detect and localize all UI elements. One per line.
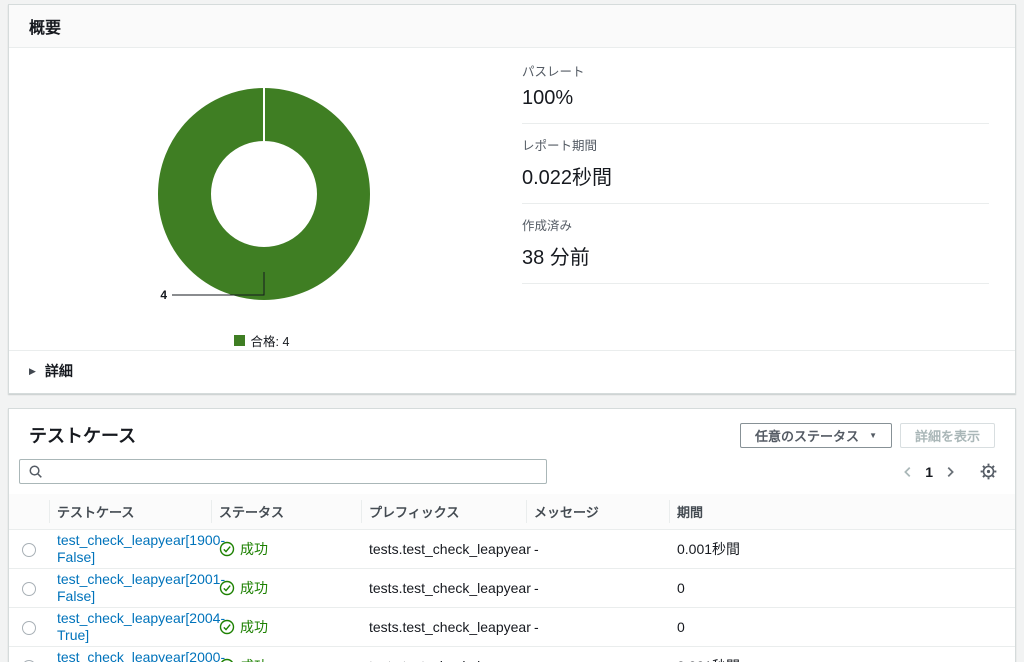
stat-pass-rate: パスレート 100%	[522, 61, 989, 124]
prefix-cell: tests.test_check_leapyear	[361, 647, 526, 662]
status-text: 成功	[240, 617, 268, 637]
overview-body: 4 合格: 4 パスレート 100% レポート期間 0.022秒間 作成済み 3…	[9, 48, 1015, 350]
status-badge: 成功	[219, 617, 268, 637]
status-badge: 成功	[219, 656, 268, 662]
pass-rate-donut-chart: 4	[9, 48, 514, 324]
table-row: test_check_leapyear[2000-True] 成功 tests.te…	[9, 647, 1015, 662]
duration-cell: 0.001秒間	[669, 530, 1015, 569]
legend-swatch-passed	[234, 335, 245, 346]
testcase-link[interactable]: test_check_leapyear[2004-True]	[57, 610, 225, 644]
testcases-toolbar: 1	[9, 457, 1015, 494]
column-header-message: メッセージ	[526, 494, 669, 530]
chart-legend[interactable]: 合格: 4	[9, 331, 514, 350]
column-header-duration: 期間	[669, 494, 1015, 530]
status-filter-label: 任意のステータス	[755, 426, 859, 445]
select-column-header	[9, 494, 49, 530]
status-badge: 成功	[219, 539, 268, 559]
column-header-status: ステータス	[211, 494, 361, 530]
testcase-link[interactable]: test_check_leapyear[2001-False]	[57, 571, 225, 605]
stat-value: 38 分前	[522, 241, 989, 270]
duration-cell: 0.001秒間	[669, 647, 1015, 662]
success-check-icon	[219, 580, 235, 596]
status-filter-dropdown[interactable]: 任意のステータス ▼	[740, 423, 892, 448]
table-row: test_check_leapyear[2001-False] 成功 tests.t…	[9, 569, 1015, 608]
testcase-link[interactable]: test_check_leapyear[1900-False]	[57, 532, 225, 566]
testcase-link[interactable]: test_check_leapyear[2000-True]	[57, 649, 225, 662]
column-header-testcase: テストケース	[49, 494, 211, 530]
pagination: 1	[897, 461, 999, 483]
stat-label: レポート期間	[522, 135, 989, 154]
stat-label: 作成済み	[522, 215, 989, 234]
message-cell: -	[526, 569, 669, 608]
success-check-icon	[219, 658, 235, 662]
testcases-actions: 任意のステータス ▼ 詳細を表示	[740, 423, 995, 448]
search-input[interactable]	[49, 464, 538, 480]
overview-stats: パスレート 100% レポート期間 0.022秒間 作成済み 38 分前	[514, 48, 1015, 350]
table-settings-button[interactable]	[977, 461, 999, 483]
status-badge: 成功	[219, 578, 268, 598]
success-check-icon	[219, 619, 235, 635]
gear-icon	[980, 463, 997, 480]
overview-card: 概要 4 合格: 4 パスレート 100% レポート期間 0.022秒間	[8, 4, 1016, 394]
search-box[interactable]	[19, 459, 547, 484]
next-page-button[interactable]	[939, 461, 961, 483]
status-text: 成功	[240, 539, 268, 559]
duration-cell: 0	[669, 569, 1015, 608]
table-header-row: テストケース ステータス プレフィックス メッセージ 期間	[9, 494, 1015, 530]
message-cell: -	[526, 608, 669, 647]
prefix-cell: tests.test_check_leapyear	[361, 530, 526, 569]
testcases-title: テストケース	[29, 422, 136, 448]
testcases-table: テストケース ステータス プレフィックス メッセージ 期間 test_check…	[9, 494, 1015, 662]
expander-label: 詳細	[45, 361, 73, 381]
page-number[interactable]: 1	[919, 464, 939, 480]
chevron-down-icon: ▼	[869, 431, 877, 440]
status-text: 成功	[240, 656, 268, 662]
prefix-cell: tests.test_check_leapyear	[361, 569, 526, 608]
show-details-button[interactable]: 詳細を表示	[900, 423, 995, 448]
testcases-header: テストケース 任意のステータス ▼ 詳細を表示	[9, 409, 1015, 457]
row-select-radio[interactable]	[22, 621, 36, 635]
prefix-cell: tests.test_check_leapyear	[361, 608, 526, 647]
table-row: test_check_leapyear[2004-True] 成功 tests.te…	[9, 608, 1015, 647]
table-row: test_check_leapyear[1900-False] 成功 tests.t…	[9, 530, 1015, 569]
testcases-card: テストケース 任意のステータス ▼ 詳細を表示 1	[8, 408, 1016, 662]
stat-value: 0.022秒間	[522, 161, 989, 190]
legend-label-passed: 合格: 4	[251, 331, 290, 350]
donut-callout-label: 4	[160, 288, 167, 302]
row-select-radio[interactable]	[22, 543, 36, 557]
stat-report-duration: レポート期間 0.022秒間	[522, 124, 989, 204]
stat-value: 100%	[522, 87, 989, 110]
status-text: 成功	[240, 578, 268, 598]
message-cell: -	[526, 647, 669, 662]
search-icon	[28, 464, 43, 479]
stat-label: パスレート	[522, 61, 989, 80]
chart-column: 4 合格: 4	[9, 48, 514, 350]
stat-created: 作成済み 38 分前	[522, 204, 989, 284]
details-expander[interactable]: ▶ 詳細	[9, 350, 1015, 393]
chevron-right-icon	[943, 465, 957, 479]
expander-arrow-icon: ▶	[29, 366, 36, 377]
success-check-icon	[219, 541, 235, 557]
overview-title: 概要	[29, 14, 995, 38]
row-select-radio[interactable]	[22, 582, 36, 596]
message-cell: -	[526, 530, 669, 569]
overview-card-header: 概要	[9, 5, 1015, 48]
duration-cell: 0	[669, 608, 1015, 647]
previous-page-button[interactable]	[897, 461, 919, 483]
chevron-left-icon	[901, 465, 915, 479]
column-header-prefix: プレフィックス	[361, 494, 526, 530]
